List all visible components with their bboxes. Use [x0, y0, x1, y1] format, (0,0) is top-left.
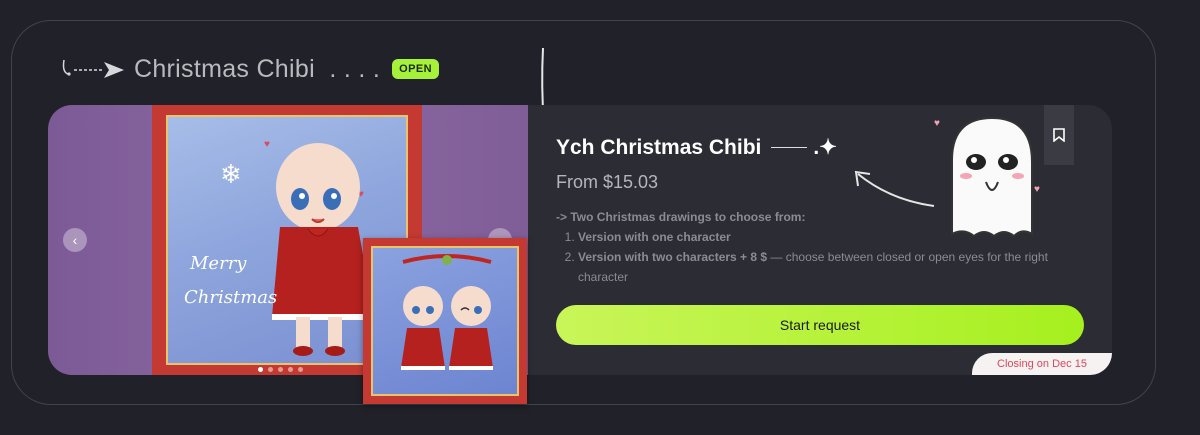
svg-text:❄: ❄ — [220, 159, 242, 189]
ghost-sticker: ♥ ♥ — [934, 116, 1040, 238]
start-request-button[interactable]: Start request — [556, 305, 1084, 345]
section-header: Christmas Chibi . . . . OPEN — [60, 52, 439, 86]
pagination-dot[interactable] — [278, 367, 283, 372]
bookmark-icon — [1053, 128, 1065, 142]
svg-text:Christmas: Christmas — [184, 287, 277, 308]
pagination-dot[interactable] — [298, 367, 303, 372]
status-badge: OPEN — [392, 59, 439, 79]
product-title: Ych Christmas Chibi — [556, 135, 762, 159]
sparkle-icon: .✦ — [813, 136, 837, 159]
pagination-dot[interactable] — [268, 367, 273, 372]
section-title: Christmas Chibi . . . . — [134, 54, 381, 83]
pagination-dot[interactable] — [288, 367, 293, 372]
dashed-arrow-icon — [62, 59, 124, 78]
svg-text:♥: ♥ — [264, 139, 270, 150]
artwork-second — [363, 238, 527, 404]
option-item: Version with two characters + 8 $ — choo… — [578, 247, 1076, 287]
title-divider — [771, 147, 808, 148]
chevron-left-icon: ‹ — [72, 232, 78, 248]
closing-date-label: Closing on Dec 15 — [972, 353, 1112, 375]
pagination-dot[interactable] — [258, 367, 263, 372]
svg-text:Merry: Merry — [189, 253, 247, 274]
curved-arrow-icon — [854, 170, 935, 207]
svg-text:♥: ♥ — [934, 118, 940, 129]
two-chibis-illustration — [401, 254, 493, 370]
svg-text:♥: ♥ — [1034, 184, 1040, 195]
gallery-prev-button[interactable]: ‹ — [63, 228, 87, 252]
gallery-pagination — [258, 367, 303, 372]
